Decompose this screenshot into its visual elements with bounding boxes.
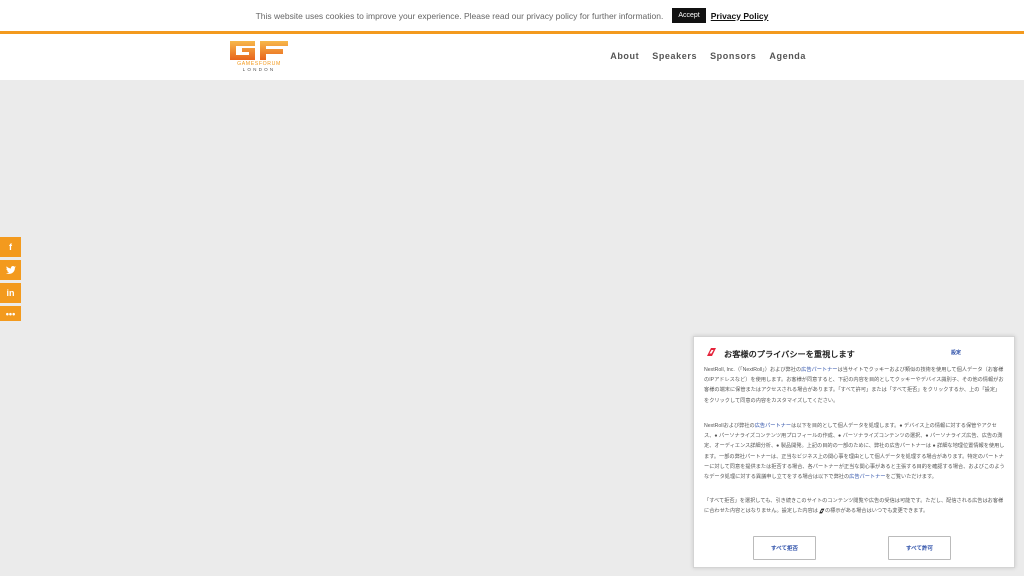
reject-all-button[interactable]: すべて拒否	[753, 536, 816, 560]
gf-logo-mark	[230, 41, 288, 60]
privacy-paragraph-intro: NextRoll, Inc.（「NextRoll」）および弊社の広告パートナーは…	[704, 365, 1005, 406]
linkedin-share-button[interactable]: in	[0, 283, 21, 303]
facebook-share-button[interactable]: f	[0, 237, 21, 257]
nav-about[interactable]: About	[610, 51, 639, 61]
main-nav: About Speakers Sponsors Agenda	[610, 51, 806, 61]
facebook-icon: f	[9, 242, 12, 252]
nextroll-logo-icon	[707, 348, 716, 356]
site-header: GAMESFORUM LONDON About Speakers Sponsor…	[0, 34, 1024, 80]
privacy-dialog-title: お客様のプライバシーを重視します	[724, 350, 855, 359]
p3-text-b: の標示がある場合はいつでも変更できます。	[824, 508, 929, 515]
nextroll-mini-icon	[819, 508, 825, 514]
ad-partners-link-2[interactable]: 広告パートナー	[755, 423, 791, 429]
twitter-icon	[5, 265, 16, 274]
p2-text-c: をご覧いただけます。	[885, 474, 937, 481]
more-icon: •••	[5, 308, 16, 319]
more-share-button[interactable]: •••	[0, 306, 21, 321]
privacy-consent-dialog: お客様のプライバシーを重視します 設定 NextRoll, Inc.（「Next…	[693, 336, 1015, 568]
social-share-bar: f in •••	[0, 237, 21, 324]
privacy-paragraph-purposes: NextRollおよび弊社の広告パートナーは以下を目的として個人データを処理しま…	[704, 421, 1005, 482]
p2-text-b: は以下を目的として個人データを処理します。● デバイス上の情報に対する保管やアク…	[704, 423, 1005, 481]
ad-partners-link[interactable]: 広告パートナー	[801, 367, 837, 373]
cookie-consent-bar: This website uses cookies to improve you…	[0, 0, 1024, 34]
accept-all-button[interactable]: すべて許可	[888, 536, 951, 560]
cookie-message: This website uses cookies to improve you…	[255, 10, 664, 21]
privacy-policy-link[interactable]: Privacy Policy	[711, 11, 769, 21]
cookie-accept-button[interactable]: Accept	[672, 8, 706, 23]
ad-partners-link-3[interactable]: 広告パートナー	[849, 474, 885, 480]
linkedin-icon: in	[6, 288, 15, 298]
twitter-share-button[interactable]	[0, 260, 21, 280]
privacy-settings-link[interactable]: 設定	[951, 347, 961, 359]
logo-text-london: LONDON	[242, 67, 276, 72]
nav-agenda[interactable]: Agenda	[769, 51, 806, 61]
gamesforum-logo[interactable]: GAMESFORUM LONDON	[227, 40, 291, 74]
nav-speakers[interactable]: Speakers	[652, 51, 697, 61]
privacy-paragraph-reject-note: 「すべて拒否」を選択しても、引き続きこのサイトのコンテンツ閲覧や広告の受信は可能…	[704, 496, 1005, 516]
p1-text-a: NextRoll, Inc.（「NextRoll」）および弊社の	[704, 367, 802, 373]
nav-sponsors[interactable]: Sponsors	[710, 51, 756, 61]
p2-text-a: NextRollおよび弊社の	[704, 423, 755, 429]
